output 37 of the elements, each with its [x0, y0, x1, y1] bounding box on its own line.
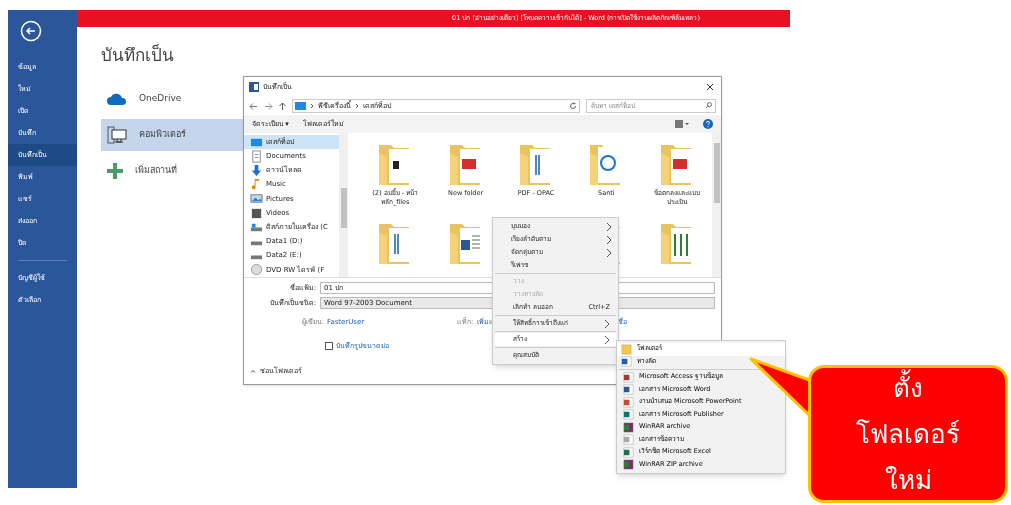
- refresh-icon[interactable]: [569, 102, 577, 110]
- chevron-up-icon[interactable]: [250, 369, 256, 374]
- location-item[interactable]: OneDrive: [101, 82, 251, 115]
- monitor-icon: [295, 102, 306, 110]
- chevron-right-icon: [606, 221, 612, 232]
- callout-text: ตั้งโฟลเดอร์ใหม่: [843, 365, 973, 503]
- word-app-icon: [249, 82, 259, 92]
- forward-arrow-icon[interactable]: [264, 102, 273, 110]
- document-icon: [250, 149, 263, 163]
- computer-icon: [107, 125, 127, 144]
- view-options-icon[interactable]: [675, 120, 689, 128]
- excel-file-icon: [623, 446, 634, 458]
- publisher-file-icon: [623, 409, 634, 421]
- word-file-icon: [623, 384, 634, 396]
- chevron-right-icon: [604, 318, 610, 329]
- chevron-right-icon: [606, 247, 612, 258]
- disc-icon: [250, 263, 263, 277]
- text-file-icon: [623, 434, 634, 446]
- close-icon[interactable]: [706, 83, 714, 91]
- plus-icon: [107, 162, 123, 179]
- up-arrow-icon[interactable]: [279, 101, 286, 111]
- page-title: บันทึกเป็น: [101, 43, 175, 67]
- location-item[interactable]: เพิ่มสถานที่: [101, 154, 251, 187]
- chevron-right-icon: [310, 103, 314, 109]
- folder-icon: [621, 343, 632, 355]
- powerpoint-file-icon: [623, 396, 634, 408]
- download-arrow-icon: [250, 164, 263, 177]
- back-arrow-icon[interactable]: [249, 102, 258, 110]
- picture-icon: [250, 192, 263, 206]
- cloud-icon: [107, 92, 127, 105]
- chevron-right-icon: [606, 234, 612, 245]
- chevron-right-icon: [355, 103, 359, 109]
- chevron-right-icon: [604, 334, 610, 345]
- checkbox[interactable]: [325, 341, 333, 350]
- search-icon: [705, 102, 712, 109]
- help-icon[interactable]: [703, 119, 713, 129]
- access-file-icon: [623, 371, 634, 383]
